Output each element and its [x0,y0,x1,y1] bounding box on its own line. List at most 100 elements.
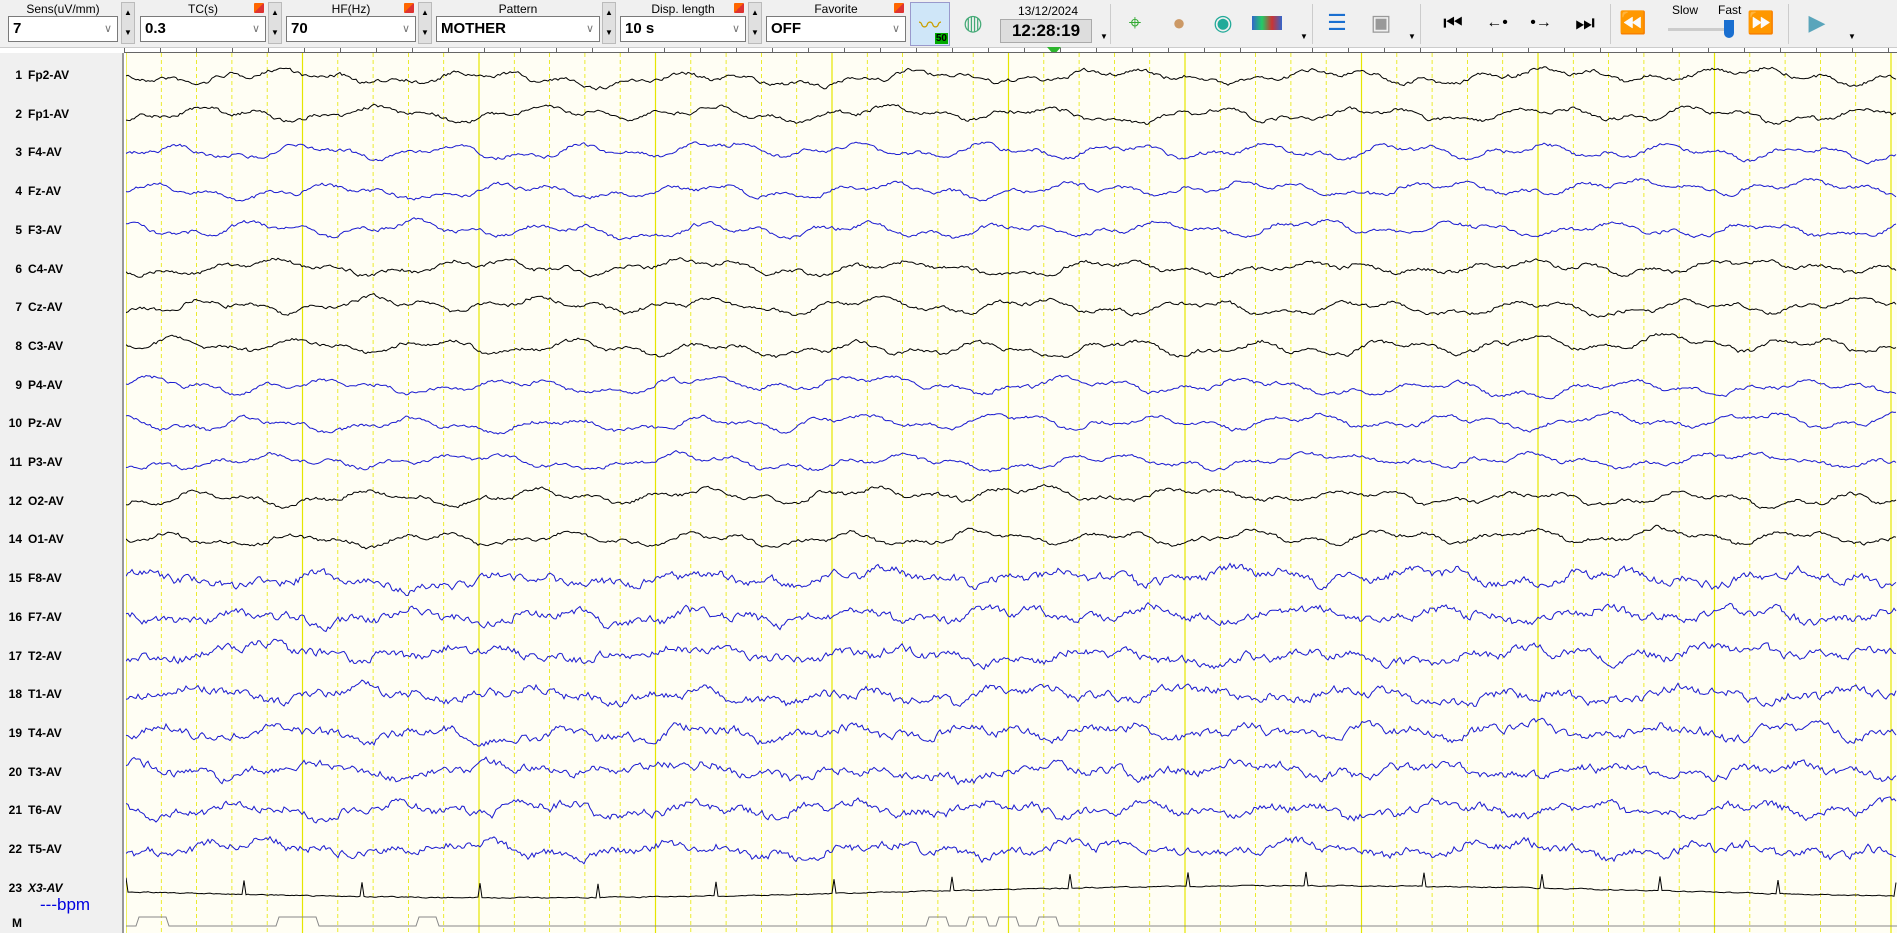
channel-label-column: 1 Fp2-AV 2 Fp1-AV 3 F4-AV 4 Fz-AV 5 F3-AV 6 C4-AV 7 C… [0,53,124,933]
montage-button[interactable]: ⌖ [1118,6,1152,40]
channel-label-t1-av[interactable]: 18 T1-AV [0,686,122,702]
eeg-trace-pz-av [126,410,1897,435]
disp-length-spinner[interactable]: ▲ ▼ [748,2,762,44]
channel-label-t4-av[interactable]: 19 T4-AV [0,725,122,741]
hf-spinner[interactable]: ▲ ▼ [418,2,432,44]
channel-label-c3-av[interactable]: 8 C3-AV [0,338,122,354]
eeg-trace-fp1-av [126,103,1897,125]
channel-label-t5-av[interactable]: 22 T5-AV [0,841,122,857]
tc-spinner[interactable]: ▲ ▼ [268,2,282,44]
channel-label-pz-av[interactable]: 10 Pz-AV [0,415,122,431]
marker-channel-name: M [12,916,22,930]
go-end-button[interactable]: ⏭ [1568,6,1602,40]
eeg-trace-t5-av [126,835,1897,865]
tc-value: 0.3 [145,20,166,37]
hf-select[interactable]: 70 ∨ [286,16,416,42]
tc-select[interactable]: 0.3 ∨ [140,16,266,42]
head-3d-icon: ● [1172,10,1186,35]
edit-pencil-icon[interactable] [404,3,414,13]
slider-track [1668,28,1732,31]
eeg-trace-t1-av [126,679,1897,708]
eeg-trace-t2-av [126,638,1897,671]
channel-label-fp1-av[interactable]: 2 Fp1-AV [0,106,122,122]
pattern-select[interactable]: MOTHER ∨ [436,16,600,42]
spectrum-button[interactable] [1250,6,1284,40]
eeg-trace-cz-av [126,293,1897,318]
sens-select[interactable]: 7 ∨ [8,16,118,42]
channel-label-t3-av[interactable]: 20 T3-AV [0,764,122,780]
step-back-button[interactable]: ←• [1480,6,1514,40]
dropdown-arrow-icon[interactable]: ▼ [1100,32,1108,41]
pattern-spinner[interactable]: ▲ ▼ [602,2,616,44]
channel-label-t2-av[interactable]: 17 T2-AV [0,648,122,664]
channel-label-fp2-av[interactable]: 1 Fp2-AV [0,67,122,83]
hf-value: 70 [291,20,308,37]
date-display: 13/12/2024 [1017,4,1079,18]
electrode-settings-button[interactable]: ◍ [956,6,990,40]
sens-value: 7 [13,20,22,37]
channel-number: 23 [8,880,22,895]
channel-name: T2-AV [28,648,62,663]
head-map-button[interactable]: ● [1162,6,1196,40]
disp-length-select[interactable]: 10 s ∨ [620,16,746,42]
rewind-icon: ⏪ [1619,10,1647,35]
channel-label-cz-av[interactable]: 7 Cz-AV [0,299,122,315]
pattern-control: Pattern MOTHER ∨ [436,2,600,42]
sens-spinner[interactable]: ▲ ▼ [121,2,135,44]
topography-button[interactable]: ◉ [1206,6,1240,40]
favorite-control: Favorite OFF ∨ [766,2,906,42]
video-button[interactable]: ▣ [1364,6,1398,40]
disp-length-value: 10 s [625,20,655,37]
channel-number: 21 [8,803,22,818]
channel-number: 12 [8,493,22,508]
slider-thumb[interactable] [1724,20,1734,38]
step-forward-button[interactable]: •→ [1524,6,1558,40]
eeg-trace-o1-av [126,524,1897,550]
channel-label-f4-av[interactable]: 3 F4-AV [0,144,122,160]
channel-label-x3-av[interactable]: 23 X3-AV [0,880,122,896]
toolbar: Sens(uV/mm) 7 ∨ ▲ ▼ TC(s) 0.3 ∨ ▲ ▼ HF(Hz) 7… [0,0,1897,55]
edit-pencil-icon[interactable] [734,3,744,13]
dropdown-arrow-icon[interactable]: ▼ [1408,32,1416,41]
channel-label-t6-av[interactable]: 21 T6-AV [0,802,122,818]
hf-control: HF(Hz) 70 ∨ [286,2,416,42]
fast-forward-button[interactable]: ⏩ [1744,6,1778,40]
tc-label: TC(s) [188,2,218,16]
play-button[interactable]: ▶ [1800,6,1834,40]
pattern-label: Pattern [498,2,538,16]
spectrogram-icon [1252,16,1282,30]
dropdown-arrow-icon[interactable]: ▼ [1848,32,1856,41]
time-display[interactable]: 12:28:19 [1000,19,1092,43]
go-start-button[interactable]: ⏮ [1436,6,1470,40]
channel-label-f7-av[interactable]: 16 F7-AV [0,609,122,625]
edit-pencil-icon[interactable] [894,3,904,13]
channel-label-o2-av[interactable]: 12 O2-AV [0,493,122,509]
fast-label: Fast [1718,3,1742,17]
channel-name: F7-AV [28,609,62,624]
speed-slider[interactable]: Slow Fast [1660,0,1742,48]
marker-channel-label: M [0,915,122,931]
channel-number: 22 [8,842,22,856]
video-icon: ▣ [1370,10,1392,35]
channel-name: C4-AV [28,261,64,276]
channel-label-p3-av[interactable]: 11 P3-AV [0,454,122,470]
patient-info-icon: ☰ [1327,10,1347,35]
rewind-button[interactable]: ⏪ [1616,6,1650,40]
edit-pencil-icon[interactable] [254,3,264,13]
eeg-trace-area[interactable] [126,53,1897,933]
channel-label-o1-av[interactable]: 14 O1-AV [0,531,122,547]
channel-label-fz-av[interactable]: 4 Fz-AV [0,183,122,199]
channel-number: 5 [15,222,22,237]
channel-label-c4-av[interactable]: 6 C4-AV [0,261,122,277]
patient-info-button[interactable]: ☰ [1320,6,1354,40]
channel-name: Pz-AV [28,416,62,431]
channel-number: 15 [8,571,22,586]
eeg-trace-t3-av [126,756,1897,786]
channel-label-p4-av[interactable]: 9 P4-AV [0,377,122,393]
notch-filter-button[interactable]: 〰 50 [910,2,950,46]
channel-label-f3-av[interactable]: 5 F3-AV [0,222,122,238]
channel-name: C3-AV [28,338,64,353]
favorite-select[interactable]: OFF ∨ [766,16,906,42]
dropdown-arrow-icon[interactable]: ▼ [1300,32,1308,41]
channel-label-f8-av[interactable]: 15 F8-AV [0,570,122,586]
